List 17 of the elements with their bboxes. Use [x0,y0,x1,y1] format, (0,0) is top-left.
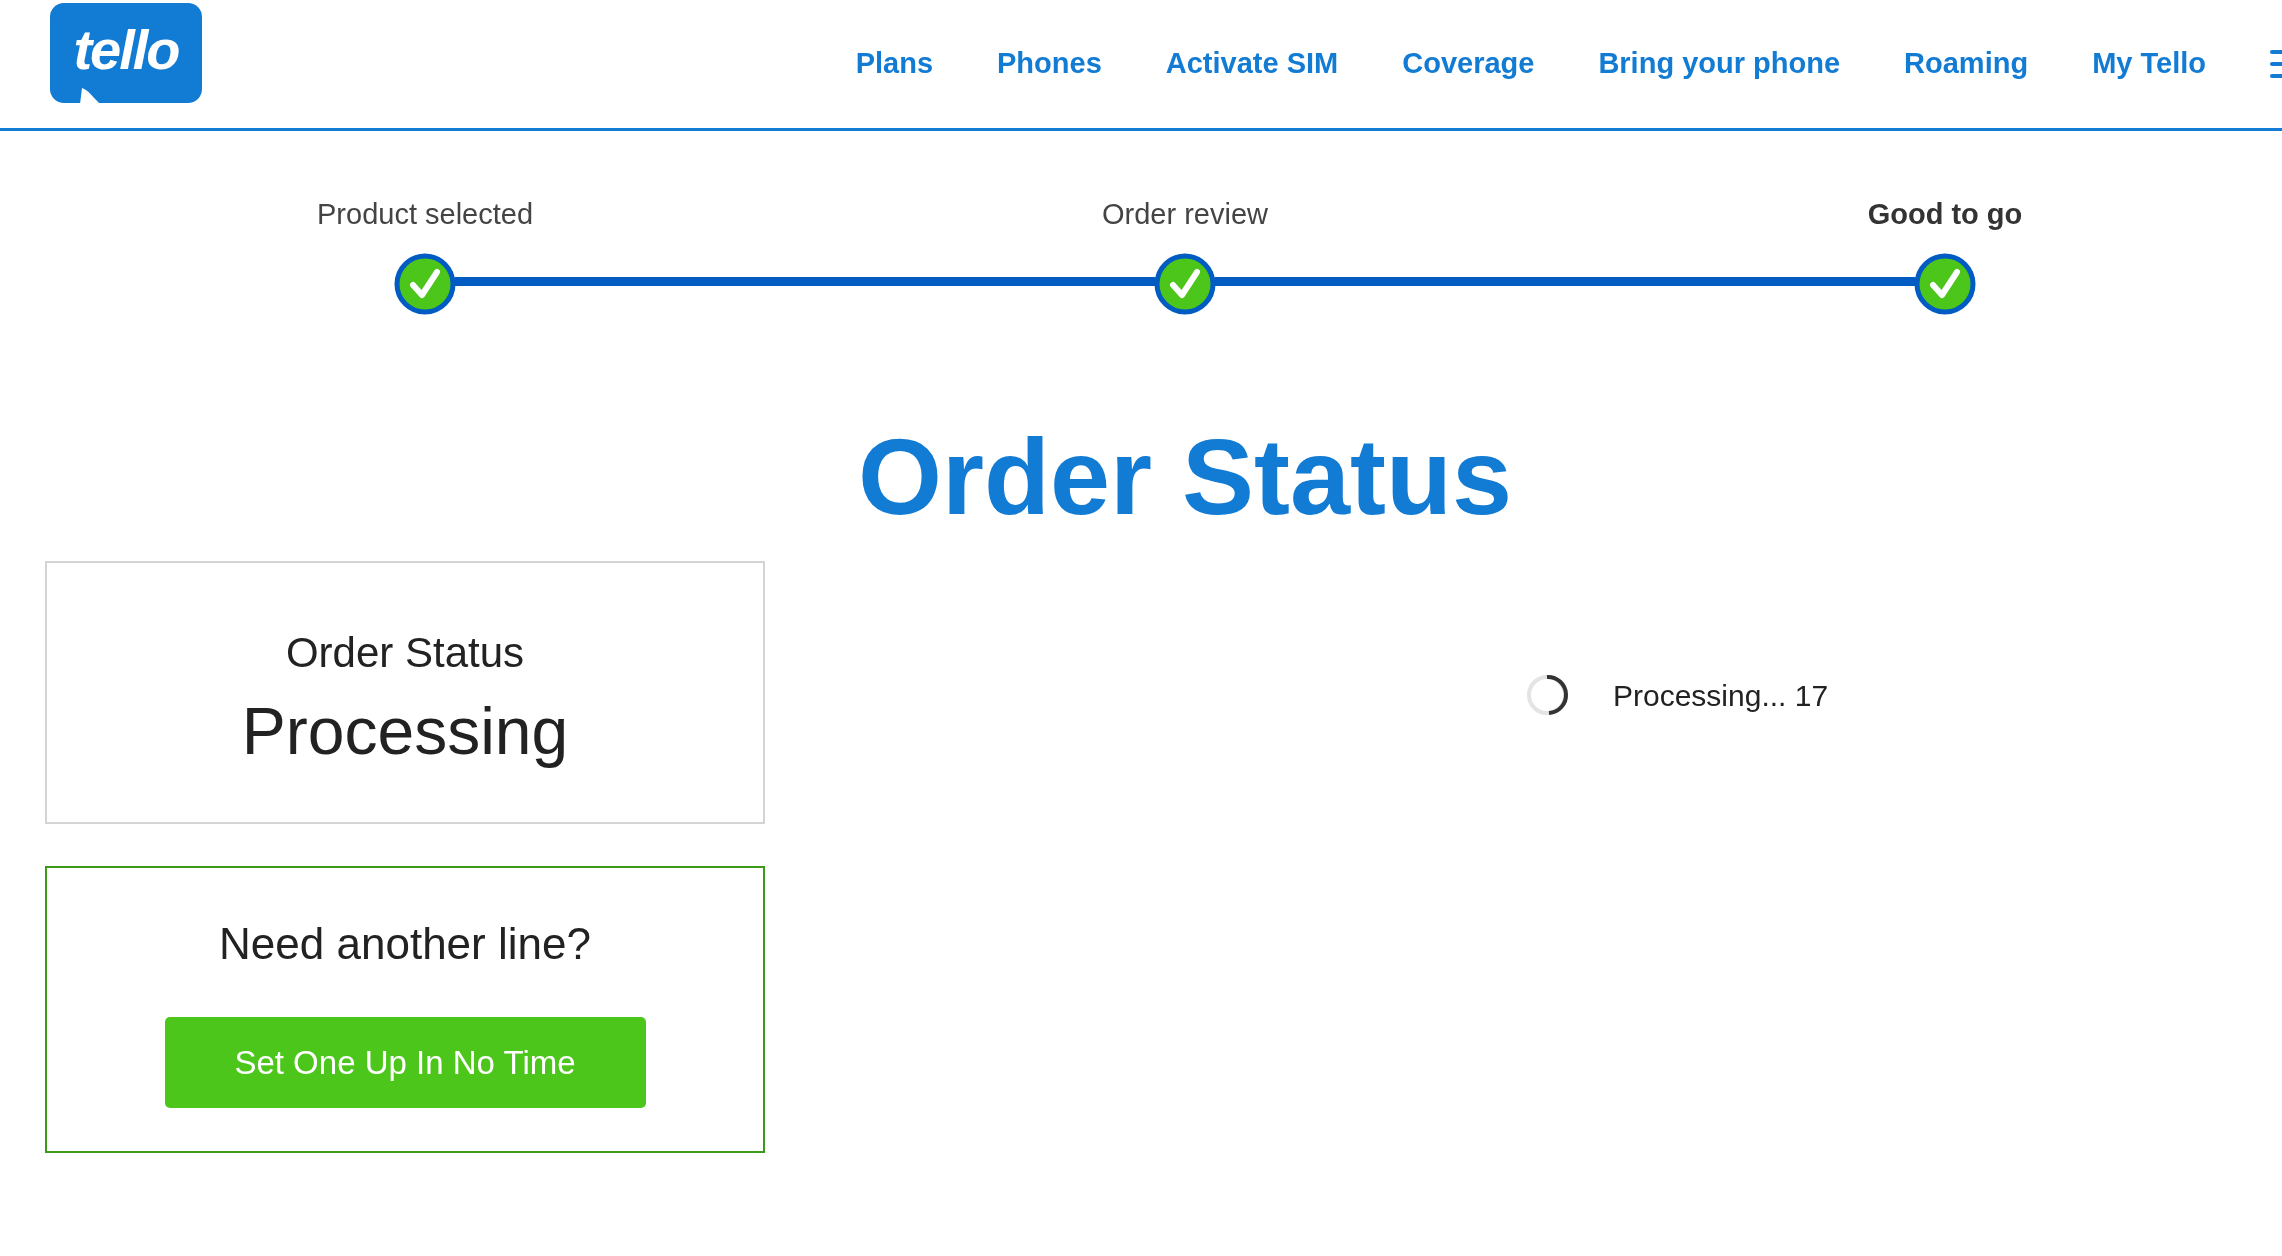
step-label: Product selected [317,197,533,232]
step-label: Order review [1102,197,1268,232]
spinner-icon [1525,673,1569,717]
progress-text: Processing... 17 [1613,678,1829,714]
nav-link[interactable]: My Tello [2092,42,2206,86]
nav-link[interactable]: Activate SIM [1165,42,1339,86]
nav-link[interactable]: Roaming [1904,42,2029,86]
step-label: Good to go [1867,197,2023,232]
page-heading: Order Status [857,423,1513,531]
nav-link[interactable]: Bring your phone [1598,42,1841,86]
card-title: Need another line? [219,918,591,970]
nav-link[interactable]: Plans [855,42,933,86]
card-title: Order Status [285,628,525,678]
nav-link[interactable]: Coverage [1402,42,1535,86]
logo[interactable]: tello [50,3,202,103]
nav-link[interactable]: Phones [997,42,1102,86]
setup-button[interactable]: Set One Up In No Time [164,1017,646,1108]
